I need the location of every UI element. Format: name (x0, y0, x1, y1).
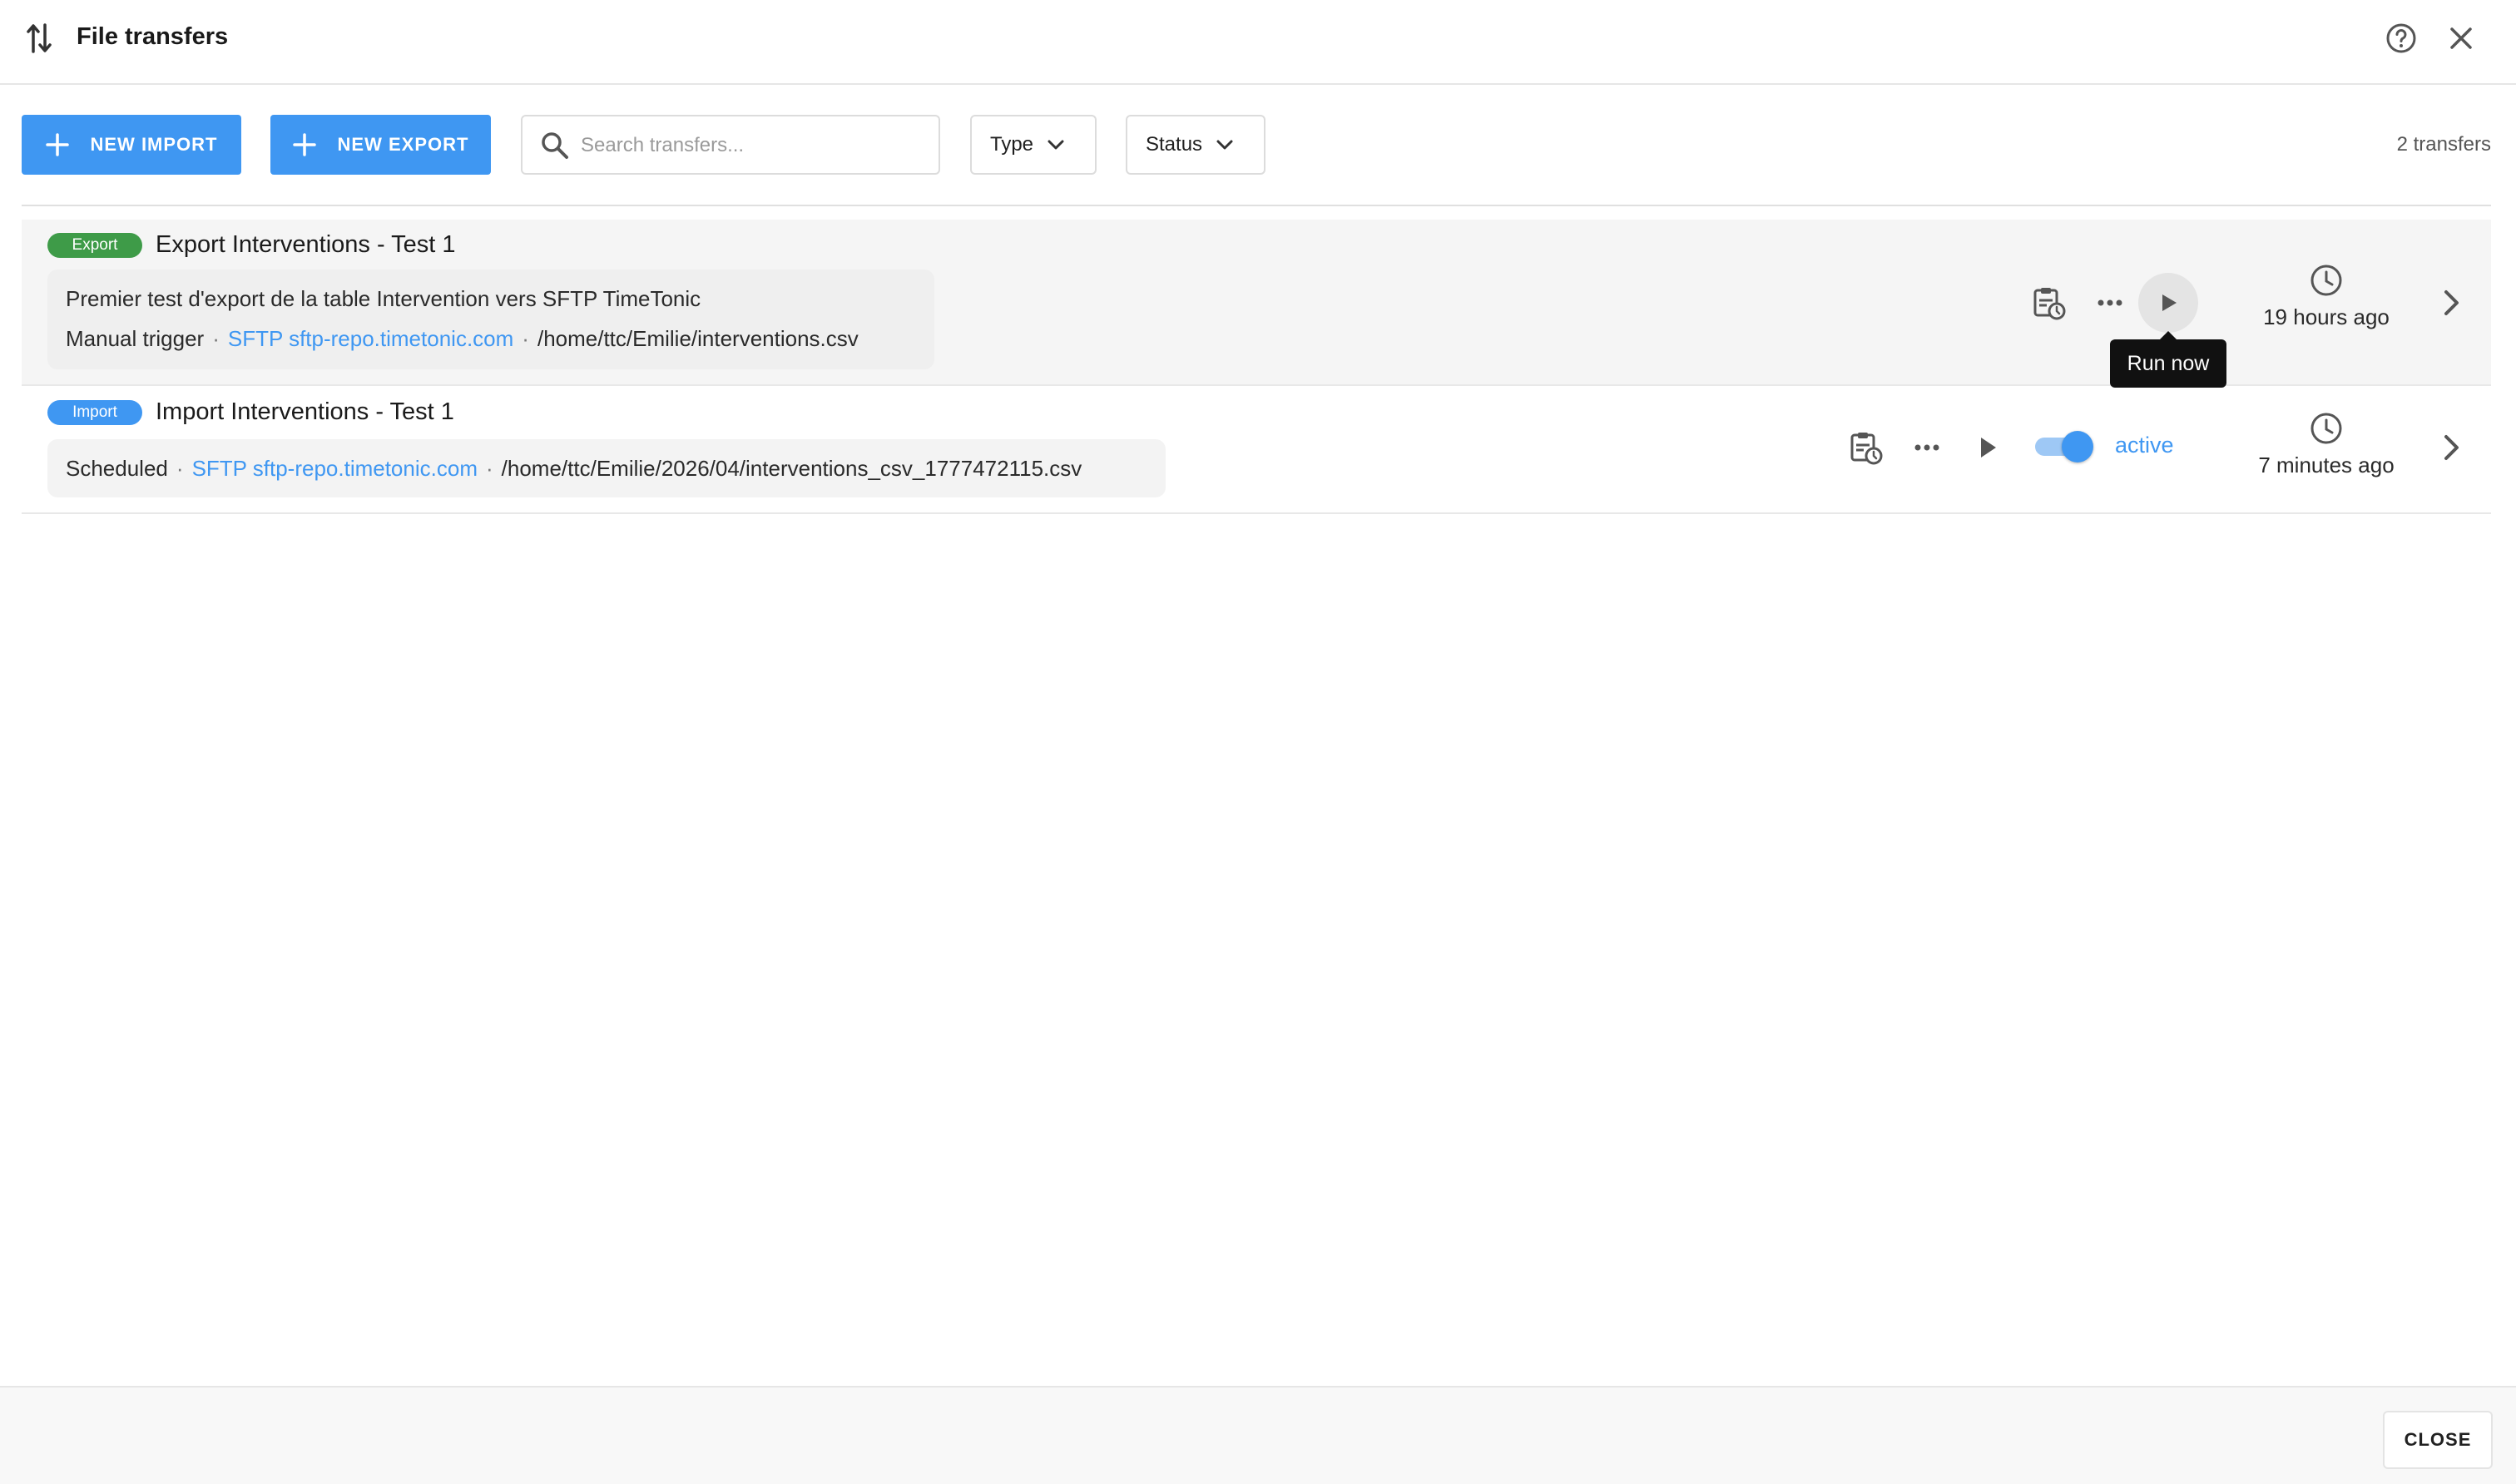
search-input[interactable] (581, 128, 930, 163)
new-export-button[interactable]: NEW EXPORT (270, 115, 491, 175)
last-run-time: 7 minutes ago (2258, 453, 2395, 477)
clock-icon (2310, 265, 2342, 296)
clock-icon (2310, 413, 2342, 444)
trigger-label: Manual trigger (66, 326, 205, 351)
more-icon[interactable] (2092, 284, 2128, 321)
last-run-time: 19 hours ago (2263, 304, 2390, 329)
plus-icon (292, 133, 316, 156)
active-label: active (2115, 433, 2174, 458)
transfer-description: Premier test d'export de la table Interv… (66, 286, 701, 311)
tooltip-arrow (2160, 331, 2177, 339)
transfer-row[interactable]: Import Import Interventions - Test 1 Sch… (22, 388, 2491, 514)
file-path: /home/ttc/Emilie/interventions.csv (537, 326, 859, 351)
run-now-tooltip: Run now (2110, 331, 2226, 388)
transfer-meta: Scheduled · SFTP sftp-repo.timetonic.com · /… (66, 456, 1082, 482)
search-icon (542, 132, 568, 159)
transfer-meta: Manual trigger · SFTP sftp-repo.timetonic.… (66, 326, 859, 352)
close-icon[interactable] (2446, 23, 2476, 53)
more-icon[interactable] (1909, 429, 1945, 466)
divider (22, 205, 2491, 206)
new-import-label: NEW IMPORT (90, 134, 218, 155)
search-box (521, 115, 940, 175)
run-now-button[interactable] (2138, 273, 2198, 333)
toggle-knob (2062, 431, 2093, 463)
chevron-right-icon[interactable] (2436, 433, 2466, 463)
transfer-name: Import Interventions - Test 1 (156, 398, 454, 425)
help-icon[interactable] (2385, 22, 2418, 55)
new-import-button[interactable]: NEW IMPORT (22, 115, 241, 175)
schedule-clipboard-icon[interactable] (1847, 429, 1884, 466)
separator: · (176, 456, 184, 481)
play-icon (2162, 294, 2177, 311)
play-icon[interactable] (1969, 429, 2005, 466)
chevron-down-icon (1048, 140, 1064, 150)
chevron-right-icon[interactable] (2436, 288, 2466, 318)
dialog-title: File transfers (77, 23, 229, 50)
type-badge: Export (47, 233, 142, 258)
connection-link[interactable]: SFTP sftp-repo.timetonic.com (192, 456, 478, 481)
transfer-count: 2 transfers (2396, 133, 2491, 156)
connection-link[interactable]: SFTP sftp-repo.timetonic.com (228, 326, 513, 351)
active-toggle[interactable] (2035, 429, 2095, 464)
status-filter-dropdown[interactable]: Status (1126, 115, 1265, 175)
transfer-name: Export Interventions - Test 1 (156, 231, 456, 258)
schedule-clipboard-icon[interactable] (2030, 284, 2067, 321)
plus-icon (45, 133, 69, 156)
last-run: 19 hours ago (2233, 263, 2419, 330)
separator: · (212, 326, 220, 351)
last-run: 7 minutes ago (2223, 411, 2429, 478)
type-filter-label: Type (990, 133, 1034, 156)
status-filter-label: Status (1146, 133, 1203, 156)
separator: · (522, 326, 529, 351)
chevron-down-icon (1216, 140, 1233, 150)
tooltip-text: Run now (2127, 351, 2210, 375)
type-badge: Import (47, 400, 142, 425)
separator: · (485, 456, 493, 481)
new-export-label: NEW EXPORT (337, 134, 469, 155)
transfer-arrows-icon (27, 23, 52, 53)
dialog-header: File transfers (0, 0, 2516, 85)
close-button[interactable]: CLOSE (2383, 1411, 2493, 1469)
transfer-details: Scheduled · SFTP sftp-repo.timetonic.com · /… (47, 439, 1166, 497)
dialog-footer: CLOSE (0, 1386, 2516, 1484)
file-transfers-dialog: File transfers NEW IMPORT NEW EXPORT Typ… (0, 0, 2516, 1484)
trigger-label: Scheduled (66, 456, 168, 481)
file-path: /home/ttc/Emilie/2026/04/interventions_c… (501, 456, 1082, 481)
type-filter-dropdown[interactable]: Type (970, 115, 1097, 175)
transfer-details: Premier test d'export de la table Interv… (47, 270, 934, 369)
